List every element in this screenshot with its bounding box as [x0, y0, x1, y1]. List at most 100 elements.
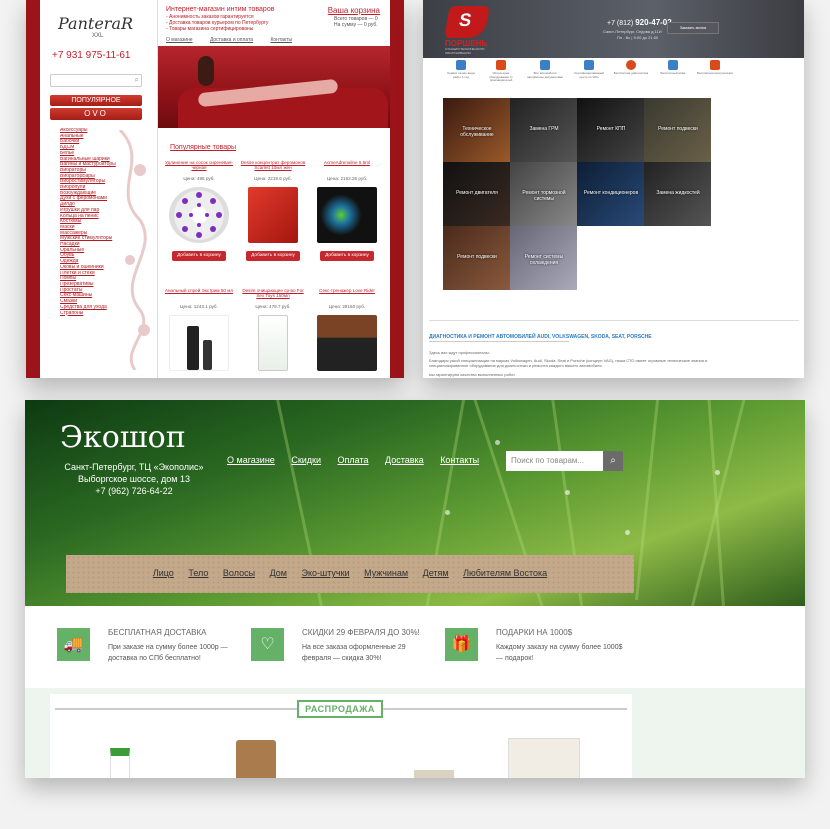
product-image[interactable]: [508, 738, 580, 778]
service-tile[interactable]: Замена жидкостей: [644, 162, 711, 226]
sale-section: РАСПРОДАЖА: [25, 688, 805, 778]
product-card: AcmeAdrenaline 5,5ml Цена: 2162.25 руб. …: [312, 160, 382, 261]
main-menu: О магазине Скидки Оплата Доставка Контак…: [227, 455, 493, 465]
cart-link[interactable]: Ваша корзина: [328, 6, 380, 15]
nav-link[interactable]: Доставка и оплата: [210, 37, 253, 43]
product-title[interactable]: Desire концентрат феромонов Scarlett 10м…: [238, 160, 308, 172]
service-tile[interactable]: Ремонт КПП: [577, 98, 644, 162]
service-label: Техническое обслуживание: [460, 126, 494, 138]
chart-icon: [584, 60, 594, 70]
product-price: Цена: 28160 руб.: [328, 304, 366, 309]
category-eco[interactable]: Эко-штучки: [301, 568, 349, 578]
logo-subtitle: XXL: [92, 33, 104, 39]
category-body[interactable]: Тело: [188, 568, 208, 578]
logo[interactable]: Экошоп: [60, 420, 186, 455]
benefit-text: При заказе на сумму более 1000р — достав…: [108, 644, 228, 662]
nav-link[interactable]: Контакты: [270, 37, 292, 43]
section-title[interactable]: Популярные товары: [170, 144, 236, 151]
product-image[interactable]: [110, 748, 130, 778]
product-image[interactable]: [317, 187, 377, 243]
menu-delivery[interactable]: Доставка: [385, 455, 424, 465]
product-price: Цена: 1243.1 руб.: [180, 304, 218, 309]
ecoshop-screenshot: Экошоп Санкт-Петербург, ТЦ «Экополис» Вы…: [25, 400, 805, 778]
search-icon[interactable]: ⌕: [603, 451, 623, 471]
feature-text: Сертифицированный центр по VAG: [574, 71, 604, 79]
menu-about[interactable]: О магазине: [227, 455, 275, 465]
category-kids[interactable]: Детям: [423, 568, 449, 578]
service-tile[interactable]: Ремонт двигателя: [443, 162, 510, 226]
cart-sum: На сумму — 0 руб.: [334, 22, 378, 28]
product-card: Секс-тренажер Love Rider Цена: 28160 руб…: [312, 288, 382, 371]
service-tile[interactable]: Ремонт системы охлаждения: [510, 226, 577, 290]
category-east[interactable]: Любителям Востока: [463, 568, 547, 578]
nav-link[interactable]: О магазине: [166, 37, 193, 43]
product-image[interactable]: [169, 315, 229, 371]
cup-icon: [668, 60, 678, 70]
product-image[interactable]: [248, 187, 298, 243]
product-title[interactable]: Секс-тренажер Love Rider: [312, 288, 382, 300]
sex-shop-screenshot: PanteraR XXL +7 931 975-11-61 ⌕ ПОПУЛЯРН…: [26, 0, 404, 378]
divider: [429, 320, 799, 321]
product-image[interactable]: [414, 770, 454, 778]
product-price: Цена: 495 руб.: [183, 176, 215, 181]
product-title[interactable]: Анальный спрей Экстрим 50 мл: [164, 288, 234, 300]
header: S ПОРШЕНЬ СТАНЦИЯ ТЕХНИЧЕСКОГО ОБСЛУЖИВА…: [423, 0, 804, 58]
service-tile[interactable]: Ремонт подвески: [644, 98, 711, 162]
benefit-title: БЕСПЛАТНАЯ ДОСТАВКА: [108, 628, 207, 637]
product-card: Анальный спрей Экстрим 50 мл Цена: 1243.…: [164, 288, 234, 371]
popular-button[interactable]: ПОПУЛЯРНОЕ: [50, 95, 142, 106]
menu-contacts[interactable]: Контакты: [440, 455, 479, 465]
category-hair[interactable]: Волосы: [223, 568, 255, 578]
hours: Пн - Вс | 9:00 до 21:00: [617, 35, 659, 40]
service-label: Ремонт кондиционеров: [583, 190, 639, 196]
article-paragraph: Благодаря узкой специализации на марках …: [429, 358, 708, 368]
phone: +7 (812) 920-47-02: [607, 18, 672, 27]
logo[interactable]: PanteraR: [58, 14, 133, 33]
service-tile[interactable]: Ремонт подвески: [443, 226, 510, 290]
divider: [429, 341, 569, 342]
feature-text: Бесплатная диагностика: [613, 71, 649, 75]
phone-number: +7 (962) 726-64-22: [95, 486, 173, 496]
service-tile[interactable]: Техническое обслуживание: [443, 98, 510, 162]
top-nav: О магазине Доставка и оплата Контакты: [166, 37, 308, 43]
model-hair-image: [198, 56, 214, 86]
search-input[interactable]: ⌕: [50, 74, 142, 87]
service-label: Ремонт тормозной системы: [522, 190, 566, 202]
sidebar: PanteraR XXL +7 931 975-11-61 ⌕ ПОПУЛЯРН…: [40, 0, 158, 378]
product-title[interactable]: Desire очищающее ср-во For Sex Toys 150м…: [238, 288, 308, 300]
product-image[interactable]: [169, 187, 229, 243]
sale-box: РАСПРОДАЖА: [50, 694, 632, 778]
product-title[interactable]: AcmeAdrenaline 5,5ml: [312, 160, 382, 172]
category-face[interactable]: Лицо: [153, 568, 174, 578]
menu-payment[interactable]: Оплата: [338, 455, 369, 465]
product-image[interactable]: [317, 315, 377, 371]
benefit-title: СКИДКИ 29 ФЕВРАЛЯ ДО 30%!: [302, 628, 420, 637]
category-men[interactable]: Мужчинам: [364, 568, 408, 578]
feature-item: Бесплатная консультация: [697, 60, 733, 76]
phone-number: +7 931 975-11-61: [52, 50, 131, 61]
logo-letter: S: [457, 10, 474, 30]
service-tile[interactable]: Ремонт кондиционеров: [577, 162, 644, 226]
ovo-button[interactable]: OVO: [50, 108, 142, 120]
sale-label: РАСПРОДАЖА: [297, 700, 383, 718]
service-tile[interactable]: Замена ГРМ: [510, 98, 577, 162]
add-to-cart-button[interactable]: Добавить в корзину: [172, 251, 226, 261]
logo-icon[interactable]: S: [444, 6, 490, 38]
add-to-cart-button[interactable]: Добавить в корзину: [246, 251, 300, 261]
product-title[interactable]: Удлинение на сосок сиреневая-черная: [164, 160, 234, 172]
flag-icon: [496, 60, 506, 70]
search-icon[interactable]: ⌕: [135, 75, 139, 85]
add-to-cart-button[interactable]: Добавить в корзину: [320, 251, 374, 261]
menu-discounts[interactable]: Скидки: [291, 455, 321, 465]
category-home[interactable]: Дом: [270, 568, 287, 578]
category-link[interactable]: Страпоны: [60, 311, 152, 317]
product-image[interactable]: [236, 740, 276, 778]
logo-subtitle: СТАНЦИЯ ТЕХНИЧЕСКОГО ОБСЛУЖИВАНИЯ: [445, 47, 485, 55]
features-row: Сервис на все виды работ 1 год Используе…: [443, 60, 743, 90]
product-image[interactable]: [258, 315, 288, 371]
service-tile[interactable]: Ремонт тормозной системы: [510, 162, 577, 226]
address: Санкт-Петербург, ТЦ «Экополис» Выборгско…: [59, 461, 209, 497]
callback-button[interactable]: Заказать звонок: [667, 22, 719, 34]
shop-bullets: - Анонимность заказов гарантируется - До…: [166, 14, 286, 32]
shop-headline: Интернет-магазин интим товаров: [166, 6, 275, 13]
